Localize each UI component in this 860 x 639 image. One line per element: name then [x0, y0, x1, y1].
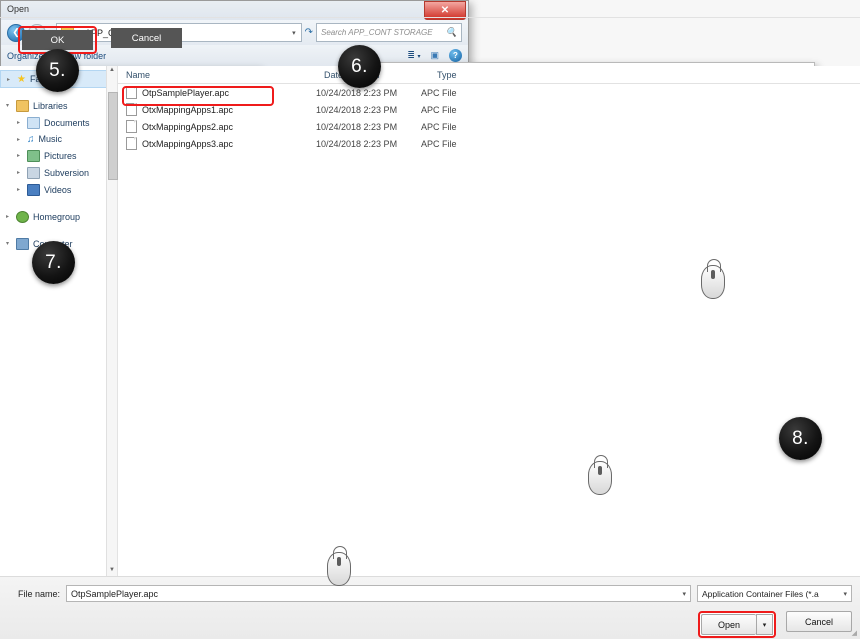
search-input[interactable]: Search APP_CONT STORAGE 🔍 [316, 23, 462, 42]
explorer-footer: File name: OtpSamplePlayer.apc ▾ Applica… [0, 576, 860, 639]
column-type[interactable]: Type [429, 70, 497, 80]
chevron-down-icon: ▾ [843, 590, 847, 598]
explorer-button-row: Open ▾ Cancel [0, 602, 860, 638]
file-name-input[interactable]: OtpSamplePlayer.apc ▾ [66, 585, 691, 602]
file-name-value: OtpSamplePlayer.apc [71, 588, 159, 599]
nav-item-documents[interactable]: ▸ Documents [0, 114, 117, 131]
file-name-label: File name: [17, 588, 60, 599]
chevron-down-icon: ▾ [6, 241, 10, 247]
chevron-right-icon: ▸ [6, 214, 10, 220]
step-badge-7: 7. [32, 241, 75, 284]
chevron-right-icon: ▸ [17, 187, 21, 193]
file-name-row: File name: OtpSamplePlayer.apc ▾ Applica… [0, 577, 860, 602]
chevron-right-icon: ▸ [17, 170, 21, 176]
star-icon: ★ [17, 73, 26, 85]
mouse-cursor-confirm [588, 455, 612, 495]
search-icon: 🔍 [445, 27, 457, 37]
nav-label: Documents [44, 117, 90, 128]
explorer-toolbar-right: ≣ ▾ ▣ ? [407, 49, 462, 62]
confirm-cancel-button[interactable]: Cancel [111, 28, 182, 48]
file-date-cell: 10/24/2018 2:23 PM [316, 121, 398, 132]
file-date-cell: 10/24/2018 2:23 PM [316, 104, 398, 115]
file-name-cell: OtpSamplePlayer.apc [118, 86, 316, 99]
chevron-down-icon: ▾ [6, 103, 10, 109]
nav-label: Pictures [44, 150, 77, 161]
file-type-cell: APC File [421, 138, 457, 149]
file-name-cell: OtxMappingApps3.apc [118, 137, 316, 150]
explorer-cancel-button[interactable]: Cancel [786, 611, 852, 632]
explorer-title: Open [7, 4, 30, 14]
mouse-cursor-open [327, 546, 351, 586]
step-badge-8: 8. [779, 417, 822, 460]
music-icon: ♫ [27, 133, 35, 145]
nav-item-pictures[interactable]: ▸ Pictures [0, 147, 117, 164]
file-icon [126, 120, 137, 133]
search-placeholder: Search APP_CONT STORAGE [321, 28, 433, 37]
chevron-right-icon: ▸ [17, 120, 21, 126]
file-type-value: Application Container Files (*.a [702, 588, 819, 599]
computer-icon [16, 237, 29, 250]
nav-item-subversion[interactable]: ▸ Subversion [0, 164, 117, 181]
pictures-icon [27, 149, 40, 162]
file-type-select[interactable]: Application Container Files (*.a ▾ [697, 585, 852, 602]
nav-label: Libraries [33, 100, 68, 111]
help-icon[interactable]: ? [449, 49, 462, 62]
step-badge-6: 6. [338, 45, 381, 88]
homegroup-icon [16, 210, 29, 223]
scroll-up-icon[interactable]: ▲ [108, 67, 116, 76]
file-list-header: Name Date modified Type [118, 66, 860, 84]
chevron-right-icon: ▸ [17, 153, 21, 159]
nav-label: Homegroup [33, 211, 81, 222]
chevron-right-icon: ▸ [17, 136, 21, 143]
nav-scroll-thumb[interactable] [108, 92, 118, 180]
step-badge-5: 5. [36, 49, 79, 92]
file-list: Name Date modified Type OtpSamplePlayer.… [118, 66, 860, 577]
chevron-down-icon[interactable]: ▾ [292, 29, 296, 37]
nav-item-homegroup[interactable]: ▸ Homegroup [0, 208, 117, 225]
file-type-cell: APC File [421, 87, 457, 98]
refresh-icon[interactable]: ↷ [305, 27, 313, 38]
file-name-cell: OtxMappingApps2.apc [118, 120, 316, 133]
subversion-icon [27, 166, 40, 179]
file-type-cell: APC File [421, 104, 457, 115]
table-row[interactable]: OtxMappingApps2.apc 10/24/2018 2:23 PM A… [118, 118, 860, 135]
file-name-cell: OtxMappingApps1.apc [118, 103, 316, 116]
file-icon [126, 103, 137, 116]
videos-icon [27, 183, 40, 196]
open-dropdown-icon[interactable]: ▾ [756, 614, 773, 635]
chevron-right-icon: ▸ [7, 76, 11, 83]
nav-label: Videos [44, 184, 72, 195]
chevron-down-icon: ▾ [682, 590, 686, 598]
confirm-button-row: OK Cancel [18, 26, 182, 54]
preview-pane-icon[interactable]: ▣ [430, 50, 439, 61]
nav-item-libraries[interactable]: ▾ Libraries [0, 97, 117, 114]
open-button-group: Open ▾ [698, 611, 776, 638]
file-icon [126, 86, 137, 99]
table-row[interactable]: OtxMappingApps3.apc 10/24/2018 2:23 PM A… [118, 135, 860, 152]
table-row[interactable]: OtpSamplePlayer.apc 10/24/2018 2:23 PM A… [118, 84, 860, 101]
file-icon [126, 137, 137, 150]
table-row[interactable]: OtxMappingApps1.apc 10/24/2018 2:23 PM A… [118, 101, 860, 118]
file-date-cell: 10/24/2018 2:23 PM [316, 87, 398, 98]
nav-label: Subversion [44, 167, 90, 178]
mouse-cursor-settings [701, 259, 725, 299]
view-list-icon[interactable]: ≣ ▾ [407, 50, 420, 61]
nav-scrollbar[interactable]: ▲ ▼ [106, 66, 118, 577]
library-icon [16, 99, 29, 112]
confirm-ok-button[interactable]: OK [22, 30, 93, 50]
column-name[interactable]: Name [118, 70, 316, 80]
file-type-cell: APC File [421, 121, 457, 132]
nav-item-videos[interactable]: ▸ Videos [0, 181, 117, 198]
scroll-down-icon[interactable]: ▼ [108, 567, 116, 576]
open-button[interactable]: Open [701, 614, 756, 635]
dialog-divider [0, 17, 860, 18]
file-date-cell: 10/24/2018 2:23 PM [316, 138, 398, 149]
nav-item-music[interactable]: ▸ ♫ Music [0, 131, 117, 147]
documents-icon [27, 116, 40, 129]
navigation-pane: ▸ ★ Favorites ▾ Libraries ▸ Documents ▸ … [0, 66, 118, 577]
resize-grip[interactable]: ◢ [852, 629, 857, 637]
nav-label: Music [38, 134, 63, 144]
explorer-body: ▸ ★ Favorites ▾ Libraries ▸ Documents ▸ … [0, 66, 860, 577]
